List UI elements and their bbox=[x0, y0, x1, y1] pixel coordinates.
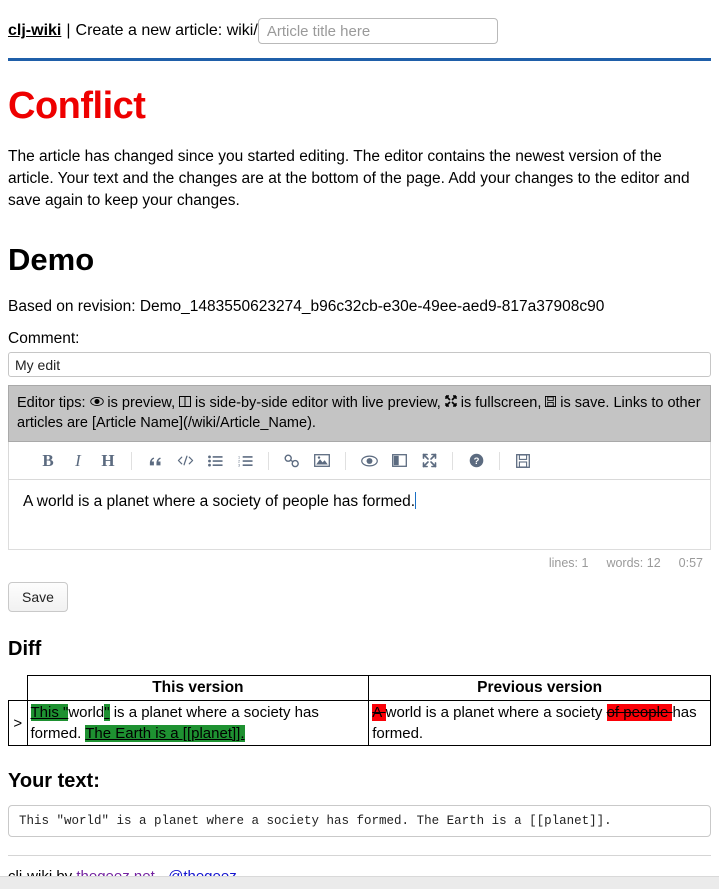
editor-tips-prefix: Editor tips: bbox=[17, 395, 86, 411]
diff-header-this-version: This version bbox=[26, 675, 370, 701]
new-article-label: Create a new article: wiki/ bbox=[75, 22, 258, 39]
save-button[interactable]: Save bbox=[8, 582, 68, 612]
heading-icon[interactable]: H bbox=[93, 451, 123, 471]
top-bar: clj-wiki | Create a new article: wiki/ bbox=[8, 0, 711, 58]
fullscreen-icon bbox=[445, 394, 461, 410]
image-icon[interactable] bbox=[307, 454, 337, 467]
quote-icon[interactable] bbox=[140, 454, 170, 468]
editor-toolbar: B I H 123 ? bbox=[8, 442, 711, 480]
diff-unchanged-segment: world bbox=[68, 704, 105, 721]
diff-this-version-text: This "world" is a planet where a society… bbox=[30, 704, 319, 742]
unordered-list-icon[interactable] bbox=[200, 454, 230, 467]
comment-label: Comment: bbox=[8, 330, 80, 347]
editor-statusline: lines: 1 words: 12 0:57 bbox=[8, 550, 711, 570]
comment-input[interactable] bbox=[8, 352, 711, 377]
bottom-strip bbox=[0, 876, 719, 889]
conflict-message: The article has changed since you starte… bbox=[8, 148, 690, 209]
save-icon bbox=[545, 394, 560, 410]
editor-textarea[interactable]: A world is a planet where a society of p… bbox=[8, 480, 711, 550]
diff-unchanged-segment: world is a planet where a society bbox=[385, 704, 607, 721]
topbar-separator: | bbox=[66, 22, 71, 39]
diff-added-segment: This " bbox=[30, 704, 69, 721]
diff-cell-previous-version: A world is a planet where a society of p… bbox=[368, 700, 711, 746]
side-by-side-icon bbox=[179, 394, 195, 410]
header-divider bbox=[8, 58, 711, 61]
diff-header-previous-version: Previous version bbox=[368, 675, 711, 701]
ordered-list-icon[interactable]: 123 bbox=[230, 455, 260, 467]
side-by-side-icon[interactable] bbox=[384, 454, 414, 467]
toolbar-separator-1 bbox=[131, 451, 132, 470]
svg-text:?: ? bbox=[473, 456, 479, 467]
fullscreen-icon[interactable] bbox=[414, 453, 444, 468]
toolbar-separator-3 bbox=[345, 451, 346, 470]
diff-table-body: > This "world" is a planet where a socie… bbox=[8, 700, 711, 746]
diff-header-row: This version Previous version bbox=[9, 675, 711, 701]
markdown-editor: Editor tips: is preview, is side-by-side… bbox=[8, 385, 711, 550]
editor-tips: Editor tips: is preview, is side-by-side… bbox=[8, 385, 711, 442]
diff-table-head: This version Previous version bbox=[9, 675, 711, 701]
toolbar-separator-5 bbox=[499, 451, 500, 470]
italic-icon[interactable]: I bbox=[63, 451, 93, 471]
editor-content: A world is a planet where a society of p… bbox=[23, 493, 416, 510]
diff-removed-segment: A bbox=[372, 704, 386, 721]
editor-tips-sidebyside-text: is side-by-side editor with live preview… bbox=[195, 395, 441, 411]
save-icon[interactable] bbox=[508, 453, 538, 468]
preview-icon bbox=[89, 394, 108, 410]
code-icon[interactable] bbox=[170, 454, 200, 467]
revision-line: Based on revision: Demo_1483550623274_b9… bbox=[8, 298, 605, 315]
diff-heading: Diff bbox=[8, 638, 42, 660]
diff-added-segment: The Earth is a [[planet]]. bbox=[85, 725, 245, 742]
your-text-heading: Your text: bbox=[8, 770, 100, 792]
status-words: words: 12 bbox=[606, 556, 661, 570]
diff-previous-version-text: A world is a planet where a society of p… bbox=[372, 704, 697, 742]
diff-removed-segment: of people bbox=[606, 704, 673, 721]
toolbar-separator-2 bbox=[268, 451, 269, 470]
link-icon[interactable] bbox=[277, 453, 307, 468]
toolbar-separator-4 bbox=[452, 451, 453, 470]
your-text-box: This "world" is a planet where a society… bbox=[8, 805, 711, 837]
diff-row-marker: > bbox=[8, 700, 28, 746]
diff-cell-this-version: This "world" is a planet where a society… bbox=[26, 700, 370, 746]
conflict-heading: Conflict bbox=[8, 85, 146, 127]
preview-icon[interactable] bbox=[354, 454, 384, 467]
brand-link[interactable]: clj-wiki bbox=[8, 22, 61, 40]
svg-text:3: 3 bbox=[238, 463, 240, 466]
status-time: 0:57 bbox=[678, 556, 703, 570]
editor-tips-preview-text: is preview, bbox=[107, 395, 176, 411]
article-title-input[interactable] bbox=[257, 18, 498, 44]
editor-tips-fullscreen-text: is fullscreen, bbox=[460, 395, 542, 411]
diff-header-marker bbox=[9, 676, 28, 701]
footer-divider bbox=[8, 855, 711, 856]
diff-table: This version Previous version > This "wo… bbox=[8, 675, 711, 746]
table-row: > This "world" is a planet where a socie… bbox=[8, 700, 711, 746]
bold-icon[interactable]: B bbox=[33, 451, 63, 471]
status-lines: lines: 1 bbox=[548, 556, 589, 570]
text-caret bbox=[415, 492, 417, 509]
guide-icon[interactable]: ? bbox=[461, 453, 491, 468]
page-root: clj-wiki | Create a new article: wiki/ C… bbox=[0, 0, 719, 893]
article-title: Demo bbox=[8, 242, 95, 277]
